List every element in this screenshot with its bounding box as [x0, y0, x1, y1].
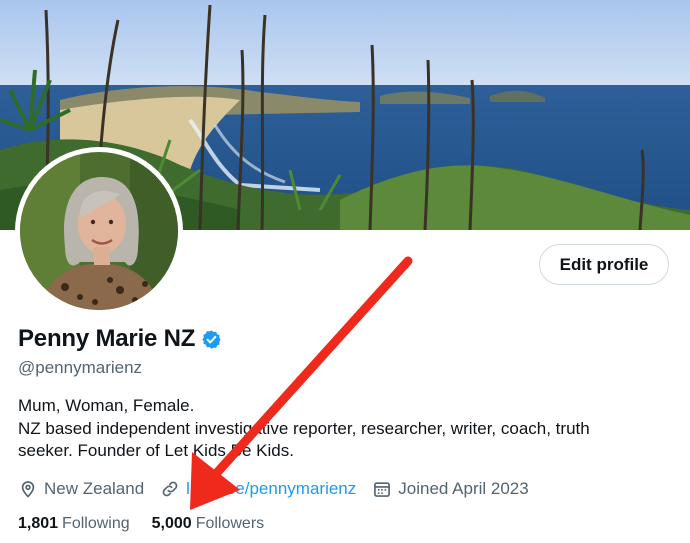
- avatar[interactable]: [15, 147, 183, 315]
- verified-badge-icon[interactable]: [201, 329, 222, 350]
- location-item: New Zealand: [18, 479, 144, 499]
- followers-stat-link[interactable]: 5,000 Followers: [152, 515, 265, 533]
- profile-name-row: Penny Marie NZ: [18, 325, 222, 353]
- joined-item: Joined April 2023: [372, 479, 529, 499]
- follow-stats: 1,801 Following 5,000 Followers: [18, 515, 286, 533]
- website-link[interactable]: linktr.ee/pennymarienz: [186, 479, 356, 499]
- following-label: Following: [62, 515, 130, 532]
- edit-profile-button[interactable]: Edit profile: [539, 244, 669, 285]
- website-item[interactable]: linktr.ee/pennymarienz: [160, 479, 356, 499]
- joined-text: Joined April 2023: [398, 479, 529, 498]
- bio-line-2: NZ based independent investigative repor…: [18, 418, 590, 461]
- link-icon: [162, 481, 178, 497]
- followers-count: 5,000: [151, 515, 192, 532]
- calendar-icon: [374, 482, 391, 497]
- bio-line-1: Mum, Woman, Female.: [18, 396, 195, 415]
- location-pin-icon: [21, 481, 35, 498]
- profile-bio: Mum, Woman, Female. NZ based independent…: [18, 395, 638, 463]
- profile-meta-row: New Zealand linktr.ee/pennymarienz Joine…: [18, 478, 545, 500]
- display-name: Penny Marie NZ: [18, 325, 196, 352]
- profile-handle: @pennymarienz: [18, 358, 143, 377]
- followers-label: Followers: [195, 515, 265, 532]
- location-text: New Zealand: [44, 479, 145, 498]
- following-count: 1,801: [18, 515, 59, 532]
- following-stat-link[interactable]: 1,801 Following: [18, 515, 130, 533]
